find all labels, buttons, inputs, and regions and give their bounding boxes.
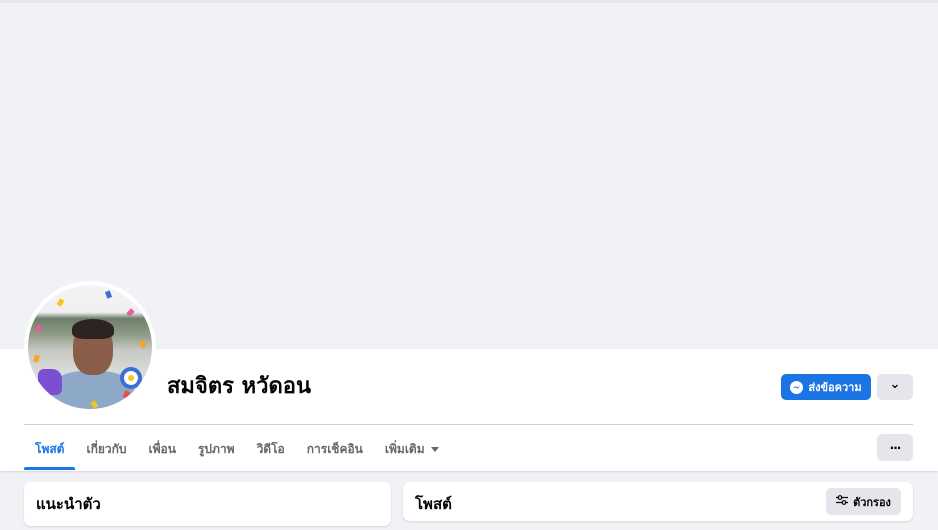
confetti: [104, 290, 113, 299]
caret-down-icon: [430, 446, 439, 452]
profile-picture[interactable]: [24, 281, 156, 413]
posts-title: โพสต์: [415, 495, 452, 513]
badge-sticker: [120, 367, 142, 389]
tab-friends[interactable]: เพื่อน: [138, 428, 187, 470]
filter-icon: [836, 495, 849, 508]
tab-about[interactable]: เกี่ยวกับ: [75, 428, 137, 470]
chevron-down-icon: ⌄: [889, 376, 901, 392]
send-message-button[interactable]: ส่งข้อความ: [781, 374, 871, 400]
confetti: [34, 324, 43, 333]
messenger-icon: [790, 380, 804, 394]
profile-dropdown-button[interactable]: ⌄: [877, 374, 913, 400]
more-icon: ···: [889, 440, 902, 455]
profile-name: สมจิตร หวัดอน: [167, 374, 311, 399]
confetti: [126, 308, 135, 317]
filter-label: ตัวกรอง: [853, 495, 891, 509]
confetti: [56, 298, 65, 307]
tab-checkins[interactable]: การเช็คอิน: [296, 428, 374, 470]
more-options-button[interactable]: ···: [877, 434, 913, 461]
person-hair: [72, 319, 114, 339]
intro-card: แนะนำตัว: [24, 482, 391, 526]
filter-button[interactable]: ตัวกรอง: [826, 488, 901, 515]
send-message-label: ส่งข้อความ: [808, 381, 862, 394]
tab-posts[interactable]: โพสต์: [24, 428, 76, 470]
confetti: [138, 340, 147, 349]
profile-photo-frame: [28, 285, 152, 409]
confetti: [33, 354, 40, 363]
thumbs-up-sticker: [38, 369, 62, 395]
profile-tabs: โพสต์ เกี่ยวกับ เพื่อน รูปภาพ วิดีโอ การ…: [24, 428, 450, 470]
tab-videos[interactable]: วิดีโอ: [246, 428, 296, 470]
intro-title: แนะนำตัว: [36, 495, 101, 513]
cover-photo[interactable]: [0, 3, 938, 349]
tab-more[interactable]: เพิ่มเติม: [374, 428, 450, 470]
tab-photos[interactable]: รูปภาพ: [187, 428, 246, 470]
header-divider: [24, 424, 913, 425]
